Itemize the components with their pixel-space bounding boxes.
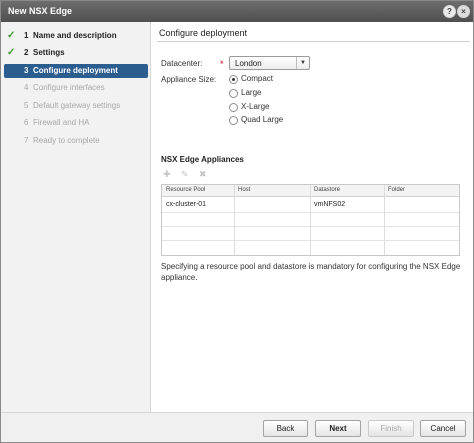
row-divider (162, 212, 459, 213)
step-number: 7 (24, 136, 29, 145)
datacenter-select[interactable]: London ▼ (229, 56, 310, 70)
finish-button[interactable]: Finish (368, 420, 414, 437)
size-option-label: X-Large (241, 102, 270, 111)
add-icon[interactable]: ✚ (163, 169, 171, 180)
cancel-button[interactable]: Cancel (420, 420, 466, 437)
datacenter-value: London (235, 59, 262, 68)
step-configure-deployment[interactable]: 3 Configure deployment (4, 64, 148, 78)
divider (157, 41, 470, 42)
title-bar: New NSX Edge ? × (1, 1, 473, 22)
step-firewall-and-ha: 6 Firewall and HA (4, 116, 148, 130)
back-button[interactable]: Back (263, 420, 308, 437)
step-label: Settings (33, 48, 65, 57)
step-number: 6 (24, 118, 29, 127)
wizard-steps: ✓ 1 Name and description ✓ 2 Settings 3 … (1, 22, 151, 412)
step-name-and-description[interactable]: ✓ 1 Name and description (4, 29, 148, 43)
column-header-datastore[interactable]: Datastore (314, 187, 340, 193)
column-header-folder[interactable]: Folder (388, 187, 405, 193)
step-ready-to-complete: 7 Ready to complete (4, 134, 148, 148)
step-number: 1 (24, 31, 29, 40)
size-option-label: Quad Large (241, 115, 284, 124)
step-label: Name and description (33, 31, 117, 40)
radio-button[interactable] (229, 116, 238, 125)
radio-button[interactable] (229, 75, 238, 84)
cell-datastore[interactable]: vmNFS02 (314, 201, 345, 208)
page-title: Configure deployment (159, 28, 248, 38)
datacenter-label: Datacenter: (161, 59, 203, 68)
required-marker: * (220, 59, 224, 69)
configure-deployment-panel: Configure deployment Datacenter: * Londo… (152, 22, 473, 412)
step-configure-interfaces: 4 Configure interfaces (4, 81, 148, 95)
appliances-table: Resource Pool Host Datastore Folder cx-c… (161, 184, 460, 256)
column-divider (234, 185, 235, 255)
chevron-down-icon: ▼ (296, 57, 309, 69)
check-icon: ✓ (7, 30, 16, 41)
mandatory-note: Specifying a resource pool and datastore… (161, 262, 461, 282)
step-number: 4 (24, 83, 29, 92)
row-divider (162, 226, 459, 227)
step-label: Firewall and HA (33, 118, 90, 127)
size-option-label: Compact (241, 74, 274, 83)
row-divider (162, 240, 459, 241)
step-settings[interactable]: ✓ 2 Settings (4, 46, 148, 60)
step-number: 2 (24, 48, 29, 57)
edit-icon[interactable]: ✎ (181, 169, 189, 180)
radio-button[interactable] (229, 89, 238, 98)
appliance-size-label: Appliance Size: (161, 75, 217, 84)
step-label: Ready to complete (33, 136, 100, 145)
size-option-label: Large (241, 88, 262, 97)
radio-button[interactable] (229, 103, 238, 112)
step-default-gateway-settings: 5 Default gateway settings (4, 99, 148, 113)
check-icon: ✓ (7, 47, 16, 58)
help-icon[interactable]: ? (443, 5, 456, 18)
column-header-resource-pool[interactable]: Resource Pool (166, 187, 205, 193)
appliances-title: NSX Edge Appliances (161, 155, 244, 164)
dialog-title: New NSX Edge (8, 6, 73, 16)
cell-resource-pool[interactable]: cx-cluster-01 (166, 201, 206, 208)
wizard-footer: Back Next Finish Cancel (1, 412, 473, 442)
step-number: 5 (24, 101, 29, 110)
step-label: Default gateway settings (33, 101, 121, 110)
close-icon[interactable]: × (457, 5, 470, 18)
column-header-host[interactable]: Host (238, 187, 250, 193)
column-divider (384, 185, 385, 255)
step-label: Configure interfaces (33, 83, 105, 92)
delete-icon[interactable]: ✖ (199, 169, 207, 180)
step-number: 3 (24, 66, 29, 75)
new-nsx-edge-dialog: New NSX Edge ? × ✓ 1 Name and descriptio… (0, 0, 474, 443)
column-divider (310, 185, 311, 255)
next-button[interactable]: Next (315, 420, 361, 437)
step-label: Configure deployment (33, 66, 118, 75)
